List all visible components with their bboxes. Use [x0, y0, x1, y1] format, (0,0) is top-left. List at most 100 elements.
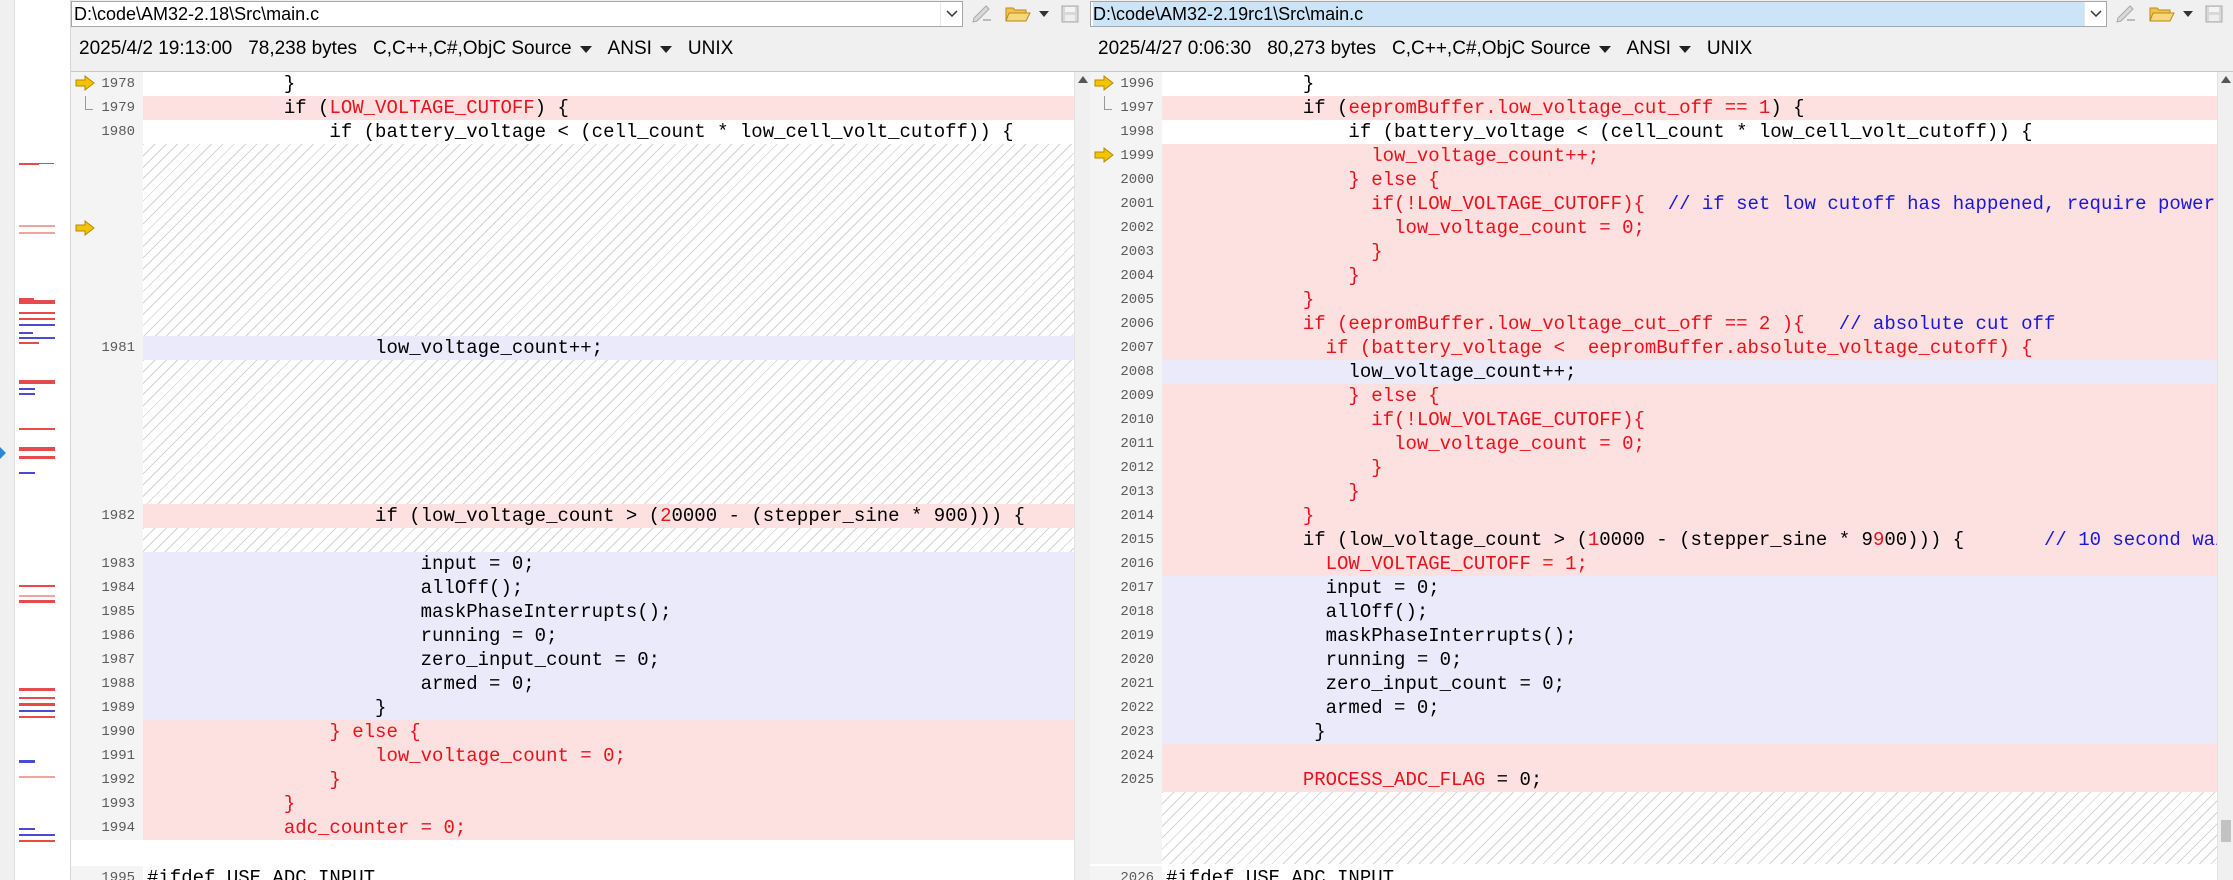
line-code[interactable]: }	[143, 768, 1090, 792]
line-code[interactable]: }	[143, 72, 1090, 96]
line-code[interactable]: low_voltage_count++;	[143, 336, 1090, 360]
folder-open-icon[interactable]	[1001, 1, 1035, 27]
line-code[interactable]: if (battery_voltage < (cell_count * low_…	[143, 120, 1090, 144]
left-code-line[interactable]: 1989 }	[71, 696, 1090, 720]
diff-overview-map[interactable]	[0, 0, 71, 880]
right-path-input[interactable]: D:\code\AM32-2.19rc1\Src\main.c	[1090, 1, 2107, 27]
line-code[interactable]: low_voltage_count++;	[1162, 144, 2233, 168]
right-code-line[interactable]: 1997 if (eepromBuffer.low_voltage_cut_of…	[1090, 96, 2233, 120]
line-code[interactable]: if(!LOW_VOLTAGE_CUTOFF){ // if set low c…	[1162, 192, 2233, 216]
right-encoding-select[interactable]: ANSI	[1627, 38, 1691, 60]
line-code[interactable]: input = 0;	[1162, 576, 2233, 600]
right-code-line[interactable]: 2024	[1090, 744, 2233, 768]
right-code-line[interactable]: 2010 if(!LOW_VOLTAGE_CUTOFF){	[1090, 408, 2233, 432]
left-vertical-scrollbar[interactable]	[1074, 72, 1090, 880]
line-code[interactable]: #ifdef USE_ADC_INPUT	[1162, 866, 2233, 880]
left-code-line[interactable]: 1982 if (low_voltage_count > (20000 - (s…	[71, 504, 1090, 528]
line-code[interactable]: if (eepromBuffer.low_voltage_cut_off == …	[1162, 312, 2233, 336]
line-code[interactable]: }	[1162, 240, 2233, 264]
left-code-line[interactable]: 1981 low_voltage_count++;	[71, 336, 1090, 360]
line-code[interactable]: low_voltage_count = 0;	[1162, 432, 2233, 456]
left-code-line[interactable]: 1979 if (LOW_VOLTAGE_CUTOFF) {	[71, 96, 1090, 120]
open-menu-chevron-down-icon[interactable]	[2181, 1, 2195, 27]
scroll-up-arrow-icon[interactable]	[2221, 76, 2231, 83]
line-code[interactable]: if (battery_voltage < eepromBuffer.absol…	[1162, 336, 2233, 360]
right-code-line[interactable]: 2020 running = 0;	[1090, 648, 2233, 672]
right-code-line[interactable]: 2008 low_voltage_count++;	[1090, 360, 2233, 384]
right-code-line[interactable]: 2026 #ifdef USE_ADC_INPUT	[1090, 866, 2233, 880]
right-format-select[interactable]: C,C++,C#,ObjC Source	[1392, 38, 1611, 60]
line-code[interactable]	[1162, 744, 2233, 768]
line-code[interactable]: if (battery_voltage < (cell_count * low_…	[1162, 120, 2233, 144]
right-code-line[interactable]: 2023 }	[1090, 720, 2233, 744]
left-code-line[interactable]: 1985 maskPhaseInterrupts();	[71, 600, 1090, 624]
line-code[interactable]: maskPhaseInterrupts();	[1162, 624, 2233, 648]
line-code[interactable]: zero_input_count = 0;	[1162, 672, 2233, 696]
line-code[interactable]: zero_input_count = 0;	[143, 648, 1090, 672]
right-code-line[interactable]: 2011 low_voltage_count = 0;	[1090, 432, 2233, 456]
right-code-line[interactable]: 2004 }	[1090, 264, 2233, 288]
right-code-line[interactable]: 1999 low_voltage_count++;	[1090, 144, 2233, 168]
line-code[interactable]: }	[1162, 480, 2233, 504]
line-code[interactable]: if (LOW_VOLTAGE_CUTOFF) {	[143, 96, 1090, 120]
line-code[interactable]: if(!LOW_VOLTAGE_CUTOFF){	[1162, 408, 2233, 432]
left-code-line[interactable]: 1984 allOff();	[71, 576, 1090, 600]
left-code-line[interactable]: 1987 zero_input_count = 0;	[71, 648, 1090, 672]
chevron-down-icon[interactable]	[2084, 2, 2106, 26]
right-code-line[interactable]: 2006 if (eepromBuffer.low_voltage_cut_of…	[1090, 312, 2233, 336]
line-code[interactable]: }	[1162, 264, 2233, 288]
left-code-line[interactable]: 1978 }	[71, 72, 1090, 96]
folder-open-icon[interactable]	[2145, 1, 2179, 27]
line-code[interactable]: armed = 0;	[1162, 696, 2233, 720]
line-code[interactable]: input = 0;	[143, 552, 1090, 576]
right-code-line[interactable]: 2007 if (battery_voltage < eepromBuffer.…	[1090, 336, 2233, 360]
left-code-editor[interactable]: 1978 } 1979 if (LOW_VOLTAGE_CUTOFF) {1980…	[71, 71, 1090, 880]
line-code[interactable]: running = 0;	[143, 624, 1090, 648]
line-code[interactable]: maskPhaseInterrupts();	[143, 600, 1090, 624]
right-code-line[interactable]: 2018 allOff();	[1090, 600, 2233, 624]
line-code[interactable]: }	[1162, 504, 2233, 528]
right-code-line[interactable]: 2017 input = 0;	[1090, 576, 2233, 600]
right-code-line[interactable]: 2022 armed = 0;	[1090, 696, 2233, 720]
line-code[interactable]: low_voltage_count = 0;	[1162, 216, 2233, 240]
left-eol[interactable]: UNIX	[688, 38, 733, 60]
right-code-line[interactable]: 2009 } else {	[1090, 384, 2233, 408]
right-code-line[interactable]: 2001 if(!LOW_VOLTAGE_CUTOFF){ // if set …	[1090, 192, 2233, 216]
line-code[interactable]: if (low_voltage_count > (20000 - (steppe…	[143, 504, 1090, 528]
right-code-line[interactable]: 2015 if (low_voltage_count > (10000 - (s…	[1090, 528, 2233, 552]
scroll-up-arrow-icon[interactable]	[1078, 76, 1088, 83]
left-code-line[interactable]: 1995 #ifdef USE_ADC_INPUT	[71, 866, 1090, 880]
line-code[interactable]: } else {	[1162, 168, 2233, 192]
chevron-down-icon[interactable]	[940, 2, 962, 26]
line-code[interactable]: } else {	[1162, 384, 2233, 408]
right-eol[interactable]: UNIX	[1707, 38, 1752, 60]
right-code-line[interactable]: 1998 if (battery_voltage < (cell_count *…	[1090, 120, 2233, 144]
line-code[interactable]: allOff();	[143, 576, 1090, 600]
line-code[interactable]: low_voltage_count = 0;	[143, 744, 1090, 768]
left-code-line[interactable]: 1990 } else {	[71, 720, 1090, 744]
open-menu-chevron-down-icon[interactable]	[1037, 1, 1051, 27]
line-code[interactable]: }	[143, 792, 1090, 816]
line-code[interactable]: if (low_voltage_count > (10000 - (steppe…	[1162, 528, 2233, 552]
line-code[interactable]: allOff();	[1162, 600, 2233, 624]
right-code-line[interactable]: 2000 } else {	[1090, 168, 2233, 192]
right-code-line[interactable]: 2005 }	[1090, 288, 2233, 312]
line-code[interactable]: }	[1162, 72, 2233, 96]
right-code-line[interactable]: 2025 PROCESS_ADC_FLAG = 0;	[1090, 768, 2233, 792]
left-code-line[interactable]: 1993 }	[71, 792, 1090, 816]
scrollbar-thumb[interactable]	[2221, 820, 2231, 842]
right-code-line[interactable]: 2012 }	[1090, 456, 2233, 480]
edit-icon[interactable]	[2109, 1, 2143, 27]
right-code-line[interactable]: 2014 }	[1090, 504, 2233, 528]
right-code-line[interactable]: 1996 }	[1090, 72, 2233, 96]
left-code-line[interactable]: 1986 running = 0;	[71, 624, 1090, 648]
line-code[interactable]: } else {	[143, 720, 1090, 744]
right-code-line[interactable]: 2013 }	[1090, 480, 2233, 504]
line-code[interactable]: }	[1162, 288, 2233, 312]
line-code[interactable]: running = 0;	[1162, 648, 2233, 672]
line-code[interactable]: PROCESS_ADC_FLAG = 0;	[1162, 768, 2233, 792]
left-encoding-select[interactable]: ANSI	[608, 38, 672, 60]
right-vertical-scrollbar[interactable]	[2217, 72, 2233, 880]
line-code[interactable]: }	[143, 696, 1090, 720]
save-icon[interactable]	[2197, 1, 2231, 27]
